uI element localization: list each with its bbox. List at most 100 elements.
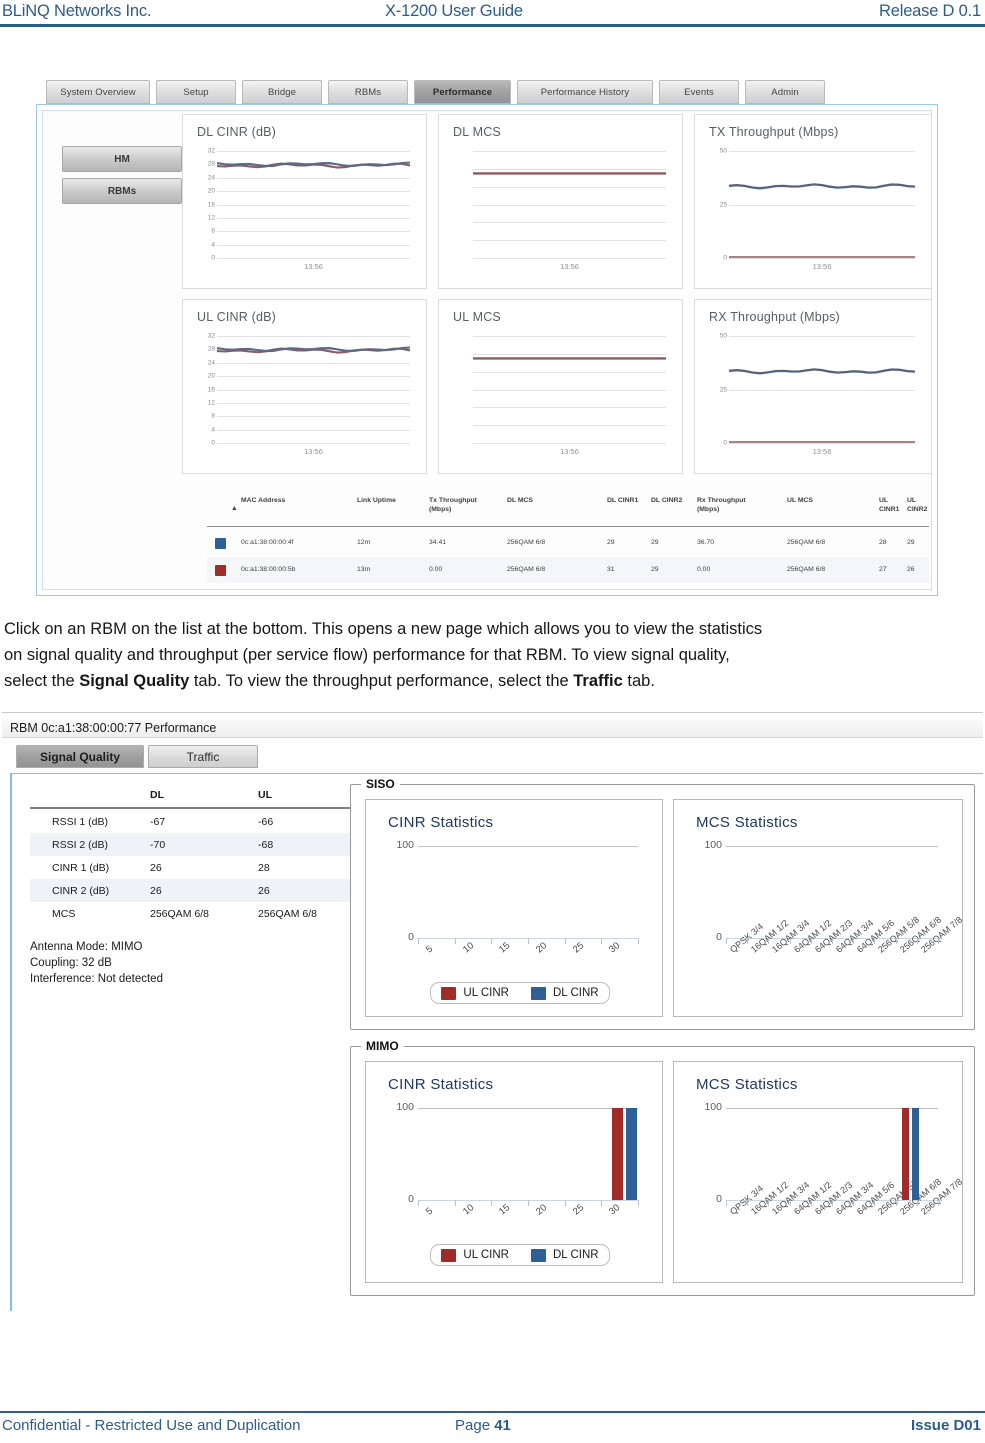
tab-performance[interactable]: Performance [414,80,511,104]
column-header[interactable]: Link Uptime [357,496,417,505]
tab-performance-history[interactable]: Performance History [517,80,653,104]
instruction-paragraph: Click on an RBM on the list at the botto… [4,616,980,694]
y-tick: 16 [207,201,215,208]
chart-legend: UL CINR DL CINR [430,982,610,1004]
y-tick: 25 [719,201,727,208]
table-header-rule [207,526,929,527]
footer-page-label: Page [455,1417,495,1434]
tab-bridge[interactable]: Bridge [242,80,322,104]
header-release: Release D 0.1 [879,2,981,20]
stats-row-label: RSSI 1 (dB) [52,816,109,828]
x-axis-label: 13:56 [560,447,579,456]
y-tick: 8 [211,412,215,420]
siso-cinr-chart: CINR Statistics 100 0 5 10 15 20 25 30 UL CINR DL … [365,799,663,1017]
column-header[interactable]: DL MCS [507,496,597,505]
table-cell: 29 [907,539,915,546]
chart-rx-throughput-mbps: RX Throughput (Mbps) 50 25 0 13:56 [694,299,932,474]
x-axis-tick-mark [853,1200,855,1206]
x-axis-tick-label: 15 [497,940,513,956]
y-tick: 25 [719,386,727,393]
legend-color-swatch [441,986,457,1000]
rbm-tab-signal-quality[interactable]: Signal Quality [16,745,144,768]
rbm-content-area: DL UL RSSI 1 (dB) -67 -66 RSSI 2 (dB) -70 -68… [10,773,983,1311]
x-axis-tick-mark [726,1200,727,1206]
sort-ascending-icon[interactable]: ▲ [231,504,238,513]
main-tab-bar: System Overview Setup Bridge RBMs Performanc… [46,80,926,106]
x-axis-tick-mark [418,1200,419,1206]
x-axis-tick-mark [810,938,812,944]
chart-title: MCS Statistics [696,814,798,831]
y-tick: 24 [207,359,215,367]
sidebar-item-rbms[interactable]: RBMs [62,178,182,204]
chart-title: DL MCS [453,125,501,139]
stats-ul-value: 28 [258,862,270,874]
stats-row-label: CINR 1 (dB) [52,862,110,874]
chart-bar [911,1108,919,1200]
legend-label: DL CINR [553,1249,599,1261]
x-axis-tick-mark [938,1200,939,1206]
stats-dl-value: 26 [150,862,162,874]
stats-row: RSSI 2 (dB) -70 -68 [30,833,350,856]
x-axis-tick-label: 30 [607,1202,623,1218]
x-axis-tick-mark [418,938,419,944]
column-header[interactable]: DL CINR1 [607,496,647,505]
series-color-swatch [215,565,226,576]
sidebar-item-hm[interactable]: HM [62,146,182,172]
table-row[interactable]: 0c:a1:38:00:00:5b 13m 0.00 256QAM 6/8 31 29 0.… [207,557,929,583]
table-cell: 27 [879,566,887,573]
table-cell: 0c:a1:38:00:00:4f [241,539,294,546]
tab-admin[interactable]: Admin [745,80,825,104]
footer-confidentiality: Confidential - Restricted Use and Duplic… [2,1417,301,1434]
chart-plot-area [453,336,670,444]
tab-events[interactable]: Events [659,80,739,104]
x-axis-tick-mark [768,938,770,944]
column-header[interactable]: Rx Throughput (Mbps) [697,496,761,514]
column-header[interactable]: MAC Address [241,496,351,505]
column-header[interactable]: UL CINR1 [879,496,907,514]
column-header[interactable]: Tx Throughput (Mbps) [429,496,499,514]
chart-title: RX Throughput (Mbps) [709,310,840,324]
x-axis-tick-label: 10 [460,940,476,956]
table-row[interactable]: 0c:a1:38:00:00:4f 12m 34.41 256QAM 6/8 29 29 3… [207,530,929,556]
tab-system-overview[interactable]: System Overview [46,80,150,104]
table-cell: 29 [651,566,659,573]
y-axis-tick: 100 [704,1101,722,1113]
column-header[interactable]: DL CINR2 [651,496,693,505]
tab-setup[interactable]: Setup [156,80,236,104]
stats-row: MCS 256QAM 6/8 256QAM 6/8 [30,902,350,925]
x-axis-tick-mark [638,1200,639,1206]
paragraph-line-2: on signal quality and throughput (per se… [4,646,730,664]
x-axis-tick-mark [601,1200,603,1206]
side-navigation: HM RBMs [62,146,182,210]
legend-color-swatch [531,986,546,1000]
stats-row: RSSI 1 (dB) -67 -66 [30,810,350,833]
mimo-group: MIMO CINR Statistics 100 0 5 10 15 20 25 30 UL CI… [350,1039,975,1296]
x-axis-tick-label: 20 [534,1202,550,1218]
stats-dl-value: -67 [150,816,166,828]
x-axis-tick-mark [916,938,918,944]
column-header[interactable]: UL CINR2 [907,496,935,514]
chart-ul-mcs: UL MCS 13:56 [438,299,683,474]
legend-label: DL CINR [553,987,599,999]
stats-ul-value: 26 [258,885,270,897]
column-header-dl: DL [150,789,164,801]
y-axis-ticks [453,151,473,258]
y-tick: 12 [207,214,215,222]
rbm-tab-traffic[interactable]: Traffic [148,745,258,768]
chart-plot-area [453,151,670,259]
legend-color-swatch [531,1248,546,1262]
y-tick: 0 [723,439,727,447]
chart-title: MCS Statistics [696,1076,798,1093]
table-cell: 13m [357,566,371,573]
series-color-swatch [215,538,226,549]
table-cell: 29 [607,539,615,546]
chart-top-gridline [726,846,938,847]
tab-rbms[interactable]: RBMs [328,80,408,104]
x-axis-tick-mark [747,1200,749,1206]
x-axis-tick-label: 30 [607,940,623,956]
y-tick: 32 [207,147,215,155]
x-axis-tick-mark [491,938,493,944]
stats-row-label: CINR 2 (dB) [52,885,110,897]
column-header[interactable]: UL MCS [787,496,873,505]
mimo-mcs-chart: MCS Statistics 100 0 QPSK 3/4 16QAM 1/2 16QAM… [673,1061,964,1283]
